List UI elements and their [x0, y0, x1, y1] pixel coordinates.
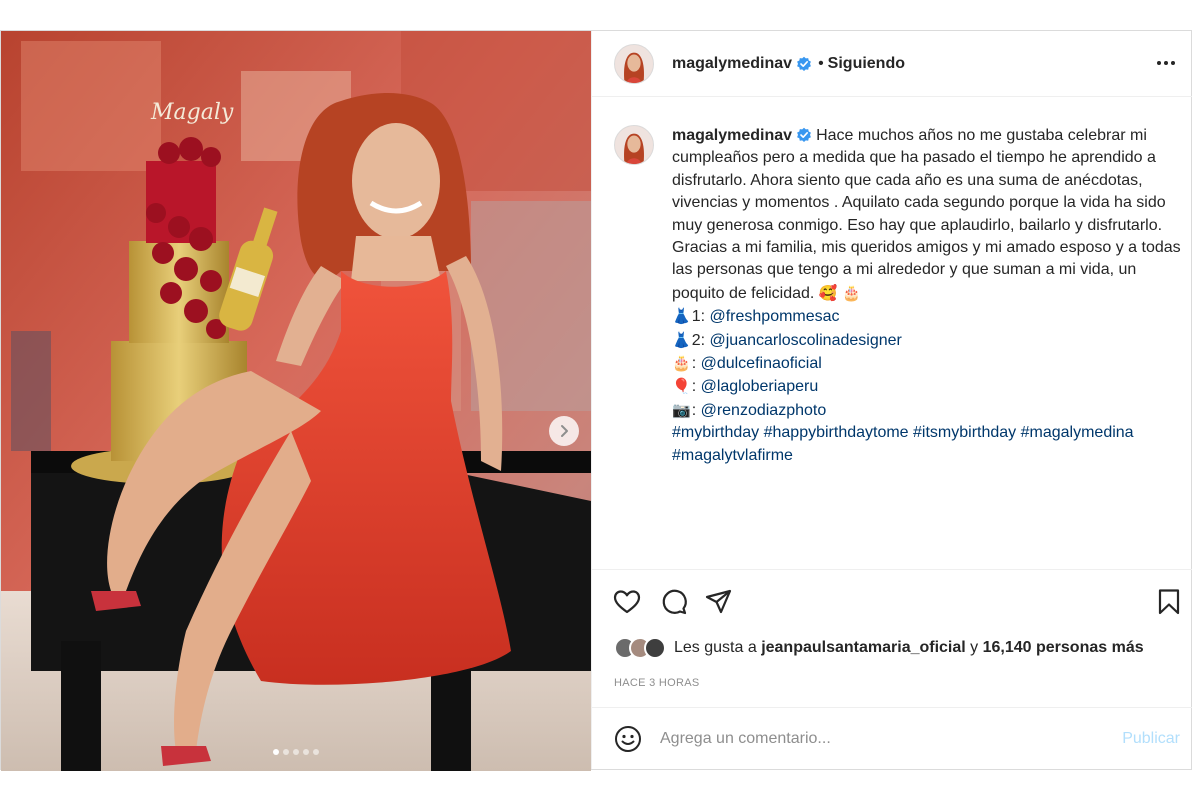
bookmark-icon — [1158, 589, 1180, 615]
post-side-panel: magalymedinav • Siguiendo magalymedinav … — [591, 31, 1192, 769]
comment-input[interactable] — [660, 729, 1123, 748]
divider — [592, 569, 1192, 570]
credit-line: 🎈: @lagloberiaperu — [672, 375, 1182, 398]
balloon-emoji-icon: 🎈 — [672, 377, 691, 396]
credit-line: 🎂: @dulcefinaoficial — [672, 352, 1182, 375]
credit-mention-link[interactable]: @juancarloscolinadesigner — [709, 332, 901, 349]
following-button[interactable]: Siguiendo — [828, 55, 905, 73]
more-options-button[interactable] — [1154, 53, 1178, 73]
comment-composer: Publicar — [592, 707, 1192, 769]
post-photo[interactable]: Magaly — [1, 31, 591, 771]
hashtags-line-1[interactable]: #mybirthday #happybirthdaytome #itsmybir… — [672, 422, 1182, 444]
credit-mention-link[interactable]: @lagloberiaperu — [701, 378, 819, 395]
credit-line: 👗1: @freshpommesac — [672, 305, 1182, 328]
more-dot — [1171, 61, 1175, 65]
caption-paragraph-1: magalymedinav Hace muchos años no me gust… — [672, 125, 1182, 237]
profile-picture-icon — [615, 44, 653, 83]
smiley-icon[interactable] — [614, 725, 642, 753]
profile-picture-icon — [615, 126, 653, 164]
likes-connector: y — [970, 639, 979, 656]
more-dot — [1164, 61, 1168, 65]
liker-avatars[interactable] — [614, 637, 666, 659]
post-timestamp[interactable]: HACE 3 HORAS — [614, 677, 700, 689]
credit-line: 📷: @renzodiazphoto — [672, 399, 1182, 422]
save-button[interactable] — [1154, 587, 1184, 617]
heart-icon — [613, 590, 641, 614]
share-button[interactable] — [704, 587, 734, 617]
like-button[interactable] — [612, 587, 642, 617]
verified-badge-icon — [797, 56, 811, 71]
header-separator: • — [818, 54, 824, 72]
credit-mention-link[interactable]: @renzodiazphoto — [701, 402, 827, 419]
dress-emoji-icon: 👗 — [672, 330, 691, 349]
likes-summary: Les gusta a jeanpaulsantamaria_oficial y… — [614, 637, 1144, 659]
carousel-dot — [283, 749, 289, 755]
liked-by-user-link[interactable]: jeanpaulsantamaria_oficial — [761, 639, 966, 657]
cake-emoji-icon: 🎂 — [672, 354, 691, 373]
dress-emoji-icon: 👗 — [672, 307, 691, 326]
credit-mention-link[interactable]: @dulcefinaoficial — [701, 355, 822, 372]
credit-prefix: 1: — [691, 308, 710, 326]
credit-prefix: : — [691, 355, 701, 373]
credit-prefix: 2: — [691, 331, 710, 349]
camera-emoji-icon: 📷 — [672, 400, 691, 419]
author-avatar[interactable] — [614, 43, 654, 84]
chevron-right-icon — [561, 425, 568, 437]
carousel-dot — [303, 749, 309, 755]
credit-prefix: : — [691, 378, 701, 396]
caption-paragraph-2: Gracias a mi familia, mis queridos amigo… — [672, 237, 1182, 305]
comment-button[interactable] — [659, 587, 689, 617]
hashtags-line-2[interactable]: #magalytvlafirme — [672, 445, 1182, 467]
publish-comment-button[interactable]: Publicar — [1122, 730, 1180, 748]
credit-prefix: : — [691, 401, 701, 419]
carousel-dot-active — [273, 749, 279, 755]
caption-author-avatar[interactable] — [614, 125, 654, 165]
post-header: magalymedinav • Siguiendo — [592, 31, 1192, 97]
carousel-dot — [313, 749, 319, 755]
credit-line: 👗2: @juancarloscolinadesigner — [672, 329, 1182, 352]
credit-mention-link[interactable]: @freshpommesac — [709, 308, 839, 325]
birthday-photo-illustration: Magaly — [1, 31, 591, 771]
verified-badge-icon — [797, 127, 811, 142]
post-actions-bar — [612, 587, 1184, 617]
post-caption: magalymedinav Hace muchos años no me gust… — [614, 125, 1184, 467]
likes-prefix: Les gusta a — [674, 639, 757, 656]
send-icon — [705, 589, 732, 614]
likes-count-link[interactable]: 16,140 personas más — [983, 639, 1144, 657]
liker-avatar — [644, 637, 666, 659]
more-horizontal-icon — [1157, 61, 1161, 65]
carousel-dot — [293, 749, 299, 755]
author-username-link[interactable]: magalymedinav — [672, 55, 792, 73]
cake-topper-text: Magaly — [150, 100, 234, 125]
caption-text: magalymedinav Hace muchos años no me gust… — [672, 125, 1182, 467]
post-modal: Magaly magalymedinav • Siguiendo magalym… — [0, 30, 1192, 771]
comment-icon — [662, 589, 687, 615]
caption-paragraph-2-emojis: 🥰 🎂 — [818, 283, 861, 302]
caption-username-link[interactable]: magalymedinav — [672, 127, 792, 144]
carousel-indicator — [1, 749, 591, 755]
caption-paragraph-2-text: Gracias a mi familia, mis queridos amigo… — [672, 239, 1181, 302]
carousel-next-button[interactable] — [549, 416, 579, 446]
